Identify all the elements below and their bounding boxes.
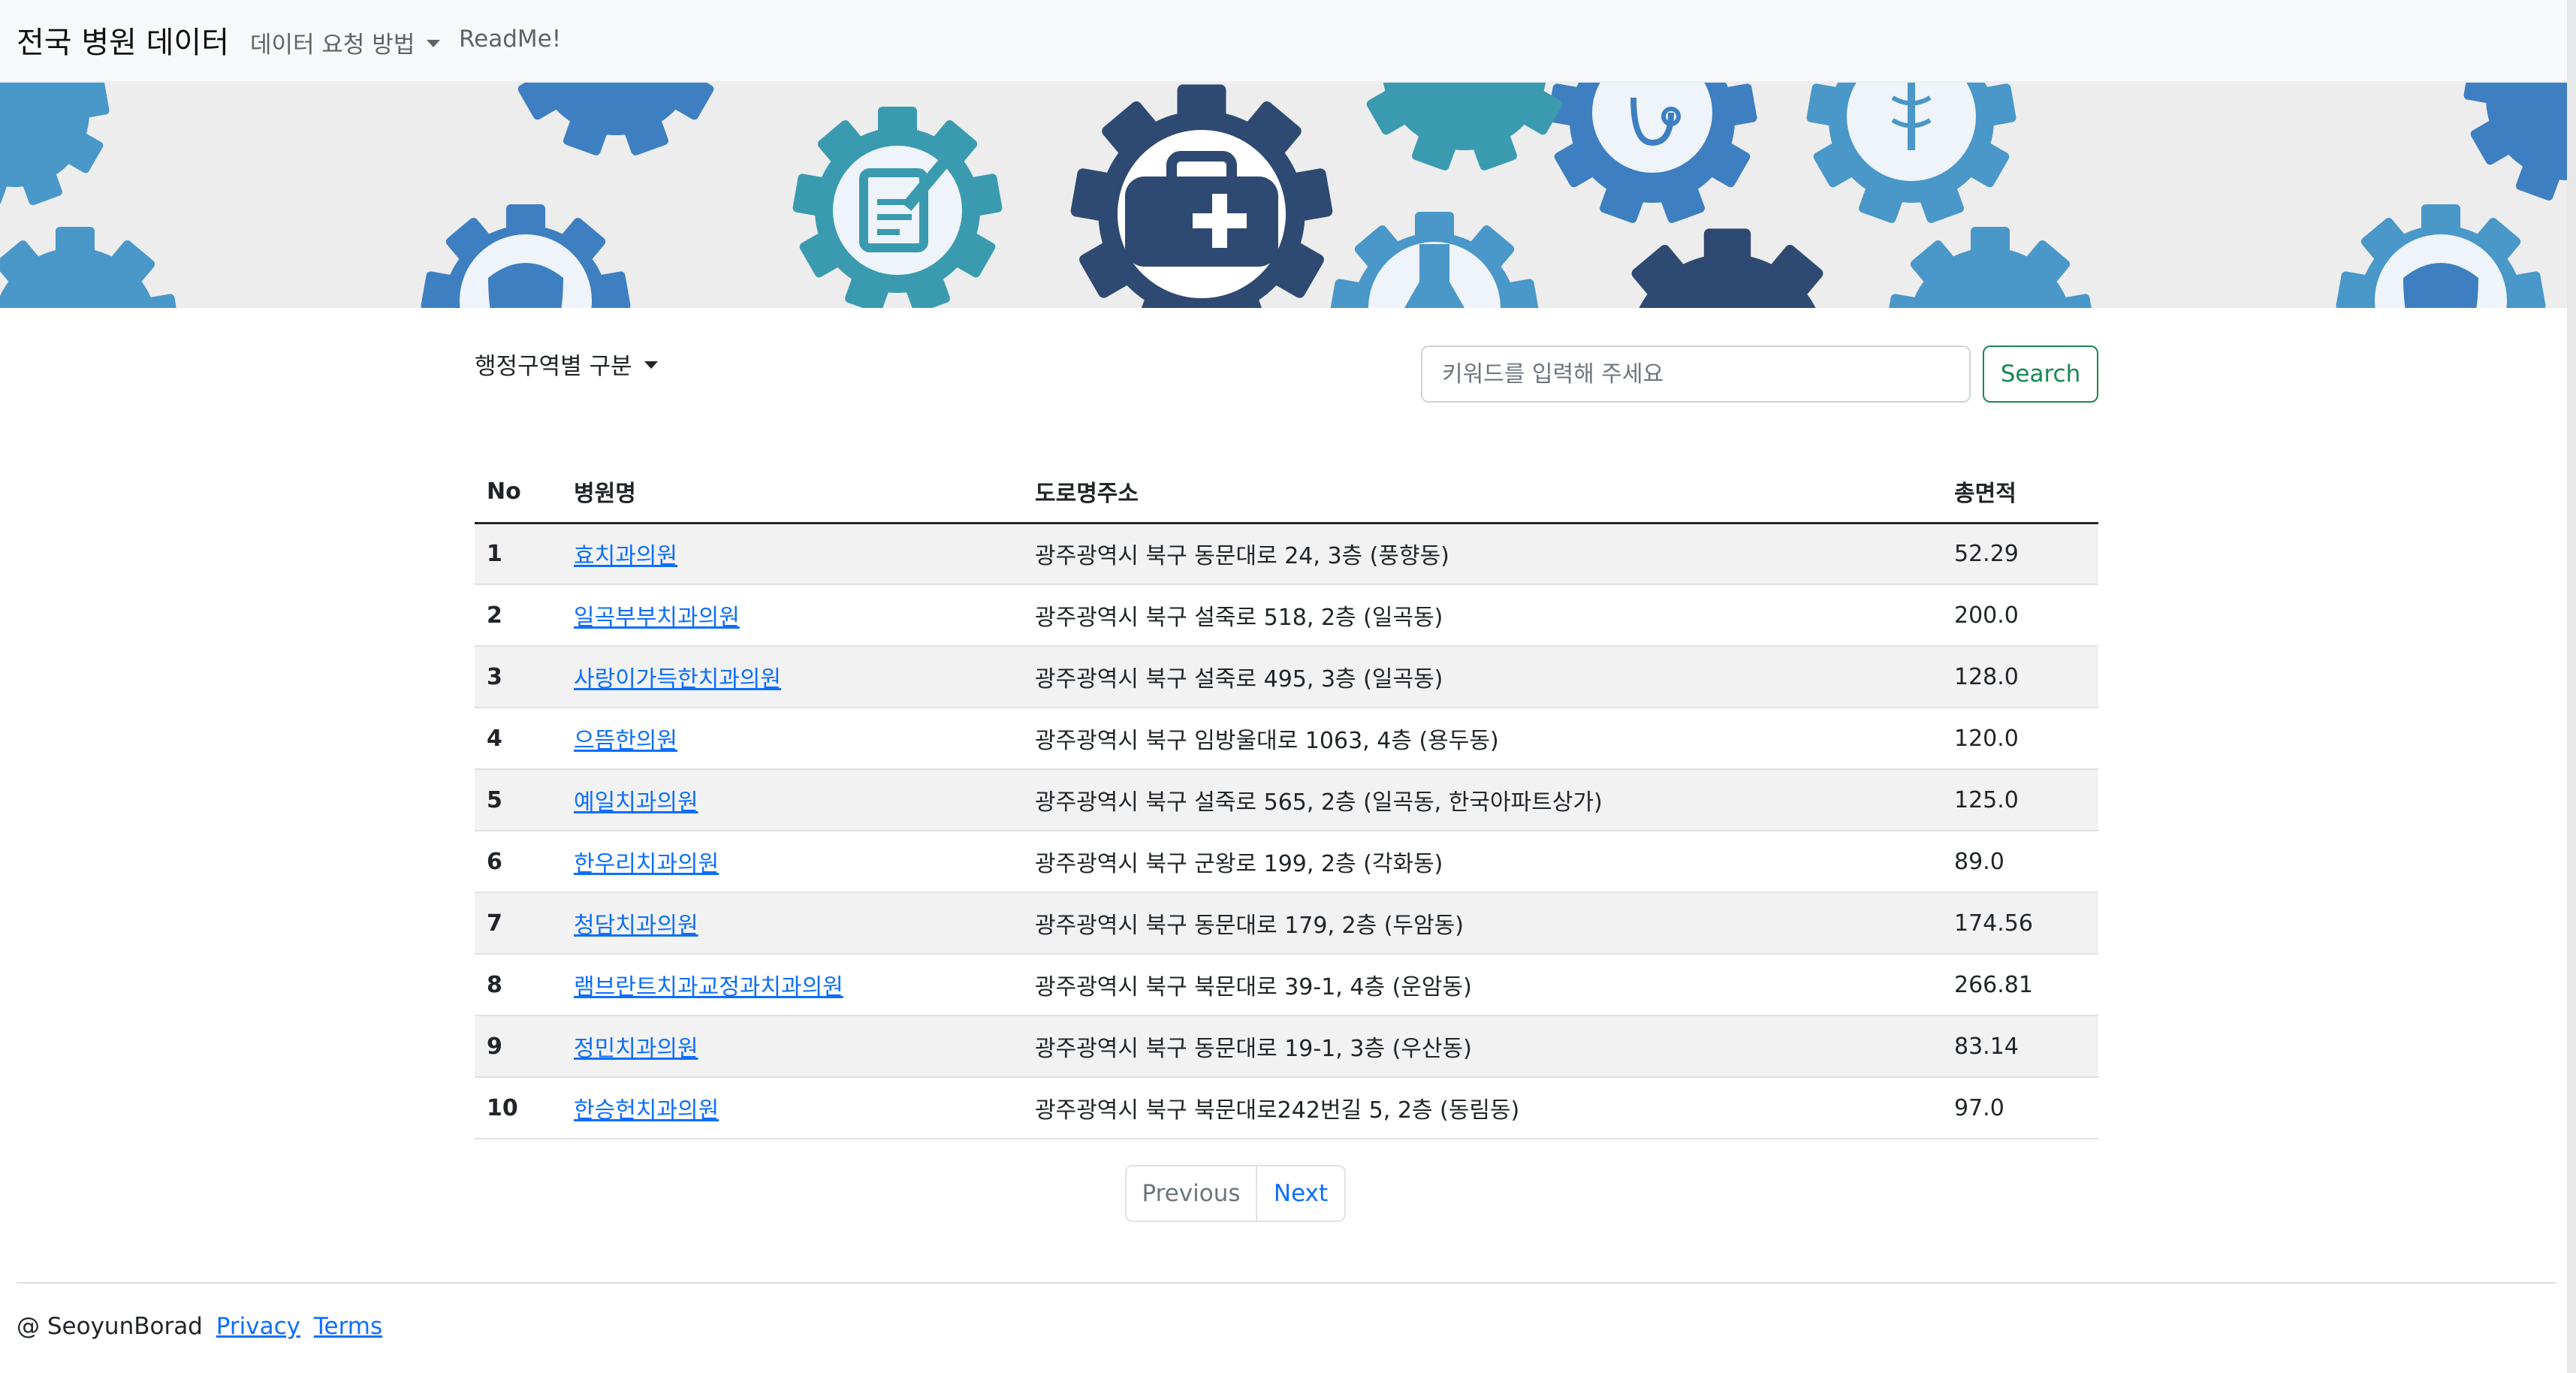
row-number: 1 <box>475 523 562 584</box>
address-cell: 광주광역시 북구 설죽로 518, 2층 (일곡동) <box>1023 584 1942 646</box>
table-row: 9 정민치과의원 광주광역시 북구 동문대로 19-1, 3층 (우산동) 83… <box>475 1015 2098 1077</box>
area-cell: 174.56 <box>1942 892 2098 954</box>
hero-banner <box>0 83 2576 308</box>
area-cell: 128.0 <box>1942 646 2098 708</box>
table-row: 8 램브란트치과교정과치과의원 광주광역시 북구 북문대로 39-1, 4층 (… <box>475 954 2098 1015</box>
address-cell: 광주광역시 북구 동문대로 19-1, 3층 (우산동) <box>1023 1015 1942 1077</box>
window-scrollbar-edge <box>2567 0 2576 1373</box>
hospital-name-cell: 램브란트치과교정과치과의원 <box>562 954 1023 1015</box>
address-cell: 광주광역시 북구 동문대로 24, 3층 (풍향동) <box>1023 523 1942 584</box>
table-header-row: No 병원명 도로명주소 총면적 <box>475 461 2098 523</box>
hospital-link[interactable]: 정민치과의원 <box>574 1036 698 1062</box>
row-number: 7 <box>475 892 562 954</box>
caret-down-icon <box>644 361 658 369</box>
area-cell: 200.0 <box>1942 584 2098 646</box>
address-cell: 광주광역시 북구 동문대로 179, 2층 (두암동) <box>1023 892 1942 954</box>
area-cell: 52.29 <box>1942 523 2098 584</box>
address-cell: 광주광역시 북구 북문대로242번길 5, 2층 (동림동) <box>1023 1077 1942 1139</box>
next-page-button[interactable]: Next <box>1257 1165 1346 1222</box>
hospital-link[interactable]: 한승헌치과의원 <box>574 1097 719 1124</box>
table-row: 6 한우리치과의원 광주광역시 북구 군왕로 199, 2층 (각화동) 89.… <box>475 831 2098 892</box>
pagination: Previous Next <box>1125 1165 1346 1222</box>
row-number: 3 <box>475 646 562 708</box>
table-row: 7 청담치과의원 광주광역시 북구 동문대로 179, 2층 (두암동) 174… <box>475 892 2098 954</box>
navbar: 전국 병원 데이터 데이터 요청 방법 ReadMe! <box>0 0 2576 83</box>
footer-copyright: @ SeoyunBorad <box>17 1313 203 1340</box>
address-cell: 광주광역시 북구 군왕로 199, 2층 (각화동) <box>1023 831 1942 892</box>
address-cell: 광주광역시 북구 설죽로 565, 2층 (일곡동, 한국아파트상가) <box>1023 769 1942 831</box>
hospital-name-cell: 정민치과의원 <box>562 1015 1023 1077</box>
hospital-table: No 병원명 도로명주소 총면적 1 효치과의원 광주광역시 북구 동문대로 2… <box>475 461 2098 1139</box>
table-row: 2 일곡부부치과의원 광주광역시 북구 설죽로 518, 2층 (일곡동) 20… <box>475 584 2098 646</box>
area-cell: 89.0 <box>1942 831 2098 892</box>
table-row: 5 예일치과의원 광주광역시 북구 설죽로 565, 2층 (일곡동, 한국아파… <box>475 769 2098 831</box>
hospital-link[interactable]: 램브란트치과교정과치과의원 <box>574 974 843 1000</box>
address-cell: 광주광역시 북구 북문대로 39-1, 4층 (운암동) <box>1023 954 1942 1015</box>
data-request-dropdown[interactable]: 데이터 요청 방법 <box>250 26 440 59</box>
hospital-name-cell: 일곡부부치과의원 <box>562 584 1023 646</box>
area-cell: 120.0 <box>1942 708 2098 769</box>
column-header-address: 도로명주소 <box>1023 461 1942 523</box>
hospital-name-cell: 예일치과의원 <box>562 769 1023 831</box>
hospital-name-cell: 한승헌치과의원 <box>562 1077 1023 1139</box>
caret-down-icon <box>427 40 440 47</box>
table-row: 4 으뜸한의원 광주광역시 북구 임방울대로 1063, 4층 (용두동) 12… <box>475 708 2098 769</box>
row-number: 8 <box>475 954 562 1015</box>
row-number: 5 <box>475 769 562 831</box>
hospital-name-cell: 한우리치과의원 <box>562 831 1023 892</box>
table-row: 1 효치과의원 광주광역시 북구 동문대로 24, 3층 (풍향동) 52.29 <box>475 523 2098 584</box>
hospital-link[interactable]: 한우리치과의원 <box>574 851 719 877</box>
data-request-dropdown-label: 데이터 요청 방법 <box>250 32 415 59</box>
row-number: 6 <box>475 831 562 892</box>
row-number: 10 <box>475 1077 562 1139</box>
medical-gears-banner <box>0 83 2576 308</box>
search-input[interactable] <box>1421 346 1971 403</box>
brand-title[interactable]: 전국 병원 데이터 <box>17 18 229 62</box>
hospital-link[interactable]: 예일치과의원 <box>574 789 698 816</box>
privacy-link[interactable]: Privacy <box>216 1313 300 1340</box>
area-cell: 97.0 <box>1942 1077 2098 1139</box>
column-header-no: No <box>475 461 562 523</box>
hospital-link[interactable]: 으뜸한의원 <box>574 728 677 754</box>
hospital-name-cell: 으뜸한의원 <box>562 708 1023 769</box>
hospital-name-cell: 효치과의원 <box>562 523 1023 584</box>
table-row: 3 사랑이가득한치과의원 광주광역시 북구 설죽로 495, 3층 (일곡동) … <box>475 646 2098 708</box>
previous-page-button[interactable]: Previous <box>1125 1165 1257 1222</box>
document-pencil-icon <box>833 146 962 275</box>
column-header-name: 병원명 <box>562 461 1023 523</box>
hospital-link[interactable]: 사랑이가득한치과의원 <box>574 666 781 693</box>
column-header-area: 총면적 <box>1942 461 2098 523</box>
area-cell: 266.81 <box>1942 954 2098 1015</box>
terms-link[interactable]: Terms <box>314 1313 382 1340</box>
region-filter-label: 행정구역별 구분 <box>475 353 632 380</box>
area-cell: 125.0 <box>1942 769 2098 831</box>
hospital-name-cell: 청담치과의원 <box>562 892 1023 954</box>
medical-bag-icon <box>1118 130 1286 298</box>
table-row: 10 한승헌치과의원 광주광역시 북구 북문대로242번길 5, 2층 (동림동… <box>475 1077 2098 1139</box>
readme-link[interactable]: ReadMe! <box>459 26 561 53</box>
hospital-link[interactable]: 일곡부부치과의원 <box>574 605 740 631</box>
address-cell: 광주광역시 북구 임방울대로 1063, 4층 (용두동) <box>1023 708 1942 769</box>
hospital-link[interactable]: 효치과의원 <box>574 543 677 569</box>
area-cell: 83.14 <box>1942 1015 2098 1077</box>
address-cell: 광주광역시 북구 설죽로 495, 3층 (일곡동) <box>1023 646 1942 708</box>
footer-divider <box>17 1282 2556 1284</box>
row-number: 2 <box>475 584 562 646</box>
search-button[interactable]: Search <box>1983 346 2098 403</box>
row-number: 9 <box>475 1015 562 1077</box>
row-number: 4 <box>475 708 562 769</box>
hospital-link[interactable]: 청담치과의원 <box>574 913 698 939</box>
hospital-name-cell: 사랑이가득한치과의원 <box>562 646 1023 708</box>
footer: @ SeoyunBorad Privacy Terms <box>17 1313 382 1340</box>
region-filter-dropdown[interactable]: 행정구역별 구분 <box>475 347 658 381</box>
